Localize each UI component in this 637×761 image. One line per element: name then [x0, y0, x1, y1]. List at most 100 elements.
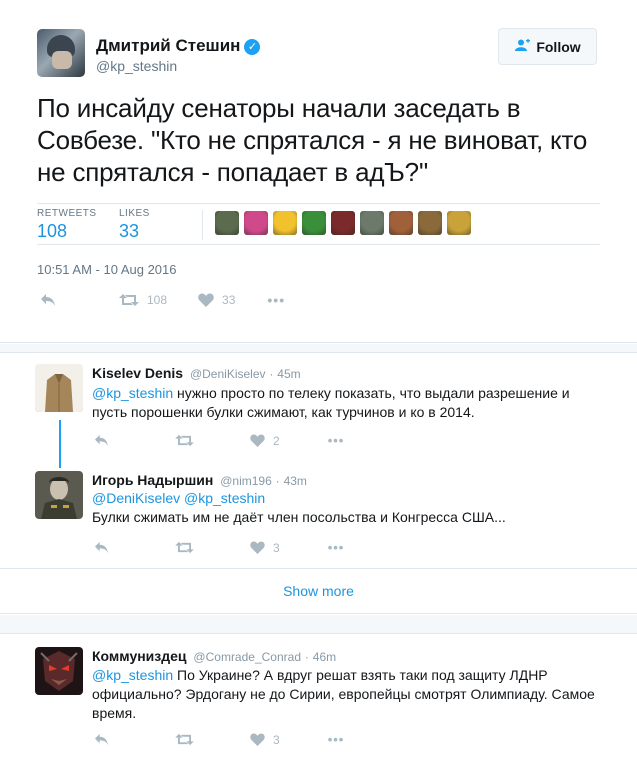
reply-tweet[interactable]: Игорь Надыршин @nim196 · 43m @DeniKisele…: [0, 466, 637, 568]
likes-label: LIKES: [119, 208, 150, 219]
retweets-count[interactable]: 108: [37, 221, 97, 242]
reply-time-separator: ·: [275, 474, 280, 488]
reply-author[interactable]: Коммуниздец @Comrade_Conrad · 46m: [92, 648, 336, 664]
like-button[interactable]: 3: [250, 733, 280, 747]
reply-button[interactable]: [40, 293, 56, 307]
author-name-text[interactable]: Дмитрий Стешин: [96, 36, 240, 55]
section-gap: [0, 615, 637, 633]
liker-avatar[interactable]: [389, 211, 413, 235]
reply-time[interactable]: 46m: [313, 650, 336, 664]
reply-icon: [95, 434, 108, 447]
like-button[interactable]: 3: [250, 541, 280, 555]
author-handle[interactable]: @kp_steshin: [96, 58, 177, 74]
stats-divider: [202, 210, 203, 240]
show-more-label[interactable]: Show more: [283, 583, 354, 599]
tweet-stats: RETWEETS 108 LIKES 33: [37, 203, 600, 245]
retweet-button[interactable]: [175, 733, 194, 746]
reply-handle[interactable]: @nim196: [220, 474, 272, 488]
reply-avatar[interactable]: [35, 647, 83, 695]
liker-avatar[interactable]: [215, 211, 239, 235]
reply-tweet[interactable]: Kiselev Denis @DeniKiselev · 45m @kp_ste…: [0, 353, 637, 467]
verified-badge-icon: ✓: [244, 39, 261, 55]
retweet-count: 108: [147, 293, 168, 307]
more-options-button[interactable]: •••: [328, 433, 345, 448]
reply-handle[interactable]: @Comrade_Conrad: [193, 650, 301, 664]
liker-avatar[interactable]: [273, 211, 297, 235]
heart-icon: [198, 293, 214, 307]
thread-connector: [59, 420, 61, 468]
reply-actions: 2 •••: [94, 433, 344, 448]
like-count: 3: [273, 732, 280, 747]
like-count: 3: [273, 540, 280, 555]
reply-actions: 3 •••: [94, 540, 344, 555]
heart-icon: [250, 541, 265, 554]
reply-time[interactable]: 45m: [277, 367, 300, 381]
more-options-button[interactable]: •••: [328, 540, 345, 555]
retweets-stat[interactable]: RETWEETS 108: [37, 208, 97, 242]
retweet-button[interactable]: [175, 541, 194, 554]
more-icon: •••: [327, 540, 345, 555]
reply-author-name[interactable]: Kiselev Denis: [92, 365, 183, 381]
retweet-button[interactable]: [175, 434, 194, 447]
show-more-link[interactable]: Show more: [0, 568, 637, 614]
tweet-text: По инсайду сенаторы начали заседать в Со…: [37, 93, 588, 187]
reply-author-name[interactable]: Игорь Надыршин: [92, 472, 213, 488]
retweet-icon: [175, 733, 194, 746]
like-count: 2: [273, 433, 280, 448]
reply-author[interactable]: Игорь Надыршин @nim196 · 43m: [92, 472, 307, 488]
reply-mention[interactable]: @kp_steshin: [92, 667, 173, 683]
reply-button[interactable]: [94, 541, 109, 554]
author-name[interactable]: Дмитрий Стешин ✓: [96, 36, 261, 56]
heart-icon: [250, 434, 265, 447]
main-tweet: Дмитрий Стешин ✓ @kp_steshin Follow По ин…: [0, 0, 637, 343]
reply-mention[interactable]: @kp_steshin: [92, 385, 173, 401]
liker-avatar[interactable]: [331, 211, 355, 235]
main-tweet-actions: 108 33 •••: [40, 292, 285, 308]
like-button[interactable]: 2: [250, 434, 280, 448]
follow-button[interactable]: Follow: [498, 28, 597, 65]
reply-handle[interactable]: @DeniKiselev: [190, 367, 266, 381]
reply-text: @DeniKiselev @kp_steshin Булки сжимать и…: [92, 489, 602, 527]
reply-button[interactable]: [94, 733, 109, 746]
liker-avatar[interactable]: [418, 211, 442, 235]
reply-body: Булки сжимать им не даёт член посольства…: [92, 509, 506, 525]
liker-avatar[interactable]: [447, 211, 471, 235]
retweet-icon: [175, 541, 194, 554]
like-button[interactable]: 33: [198, 293, 235, 307]
reply-text: @kp_steshin По Украине? А вдруг решат вз…: [92, 666, 602, 723]
follow-user-icon: [514, 38, 531, 54]
more-options-button[interactable]: •••: [328, 732, 345, 747]
reply-time[interactable]: 43m: [284, 474, 307, 488]
reply-icon: [95, 541, 108, 554]
author-avatar[interactable]: [37, 29, 85, 77]
reply-avatar[interactable]: [35, 364, 83, 412]
follow-label: Follow: [536, 38, 581, 55]
liker-avatar[interactable]: [360, 211, 384, 235]
retweet-icon: [119, 294, 139, 306]
more-icon: •••: [327, 433, 345, 448]
likes-count[interactable]: 33: [119, 221, 150, 242]
reply-time-separator: ·: [269, 367, 274, 381]
reply-avatar[interactable]: [35, 471, 83, 519]
reply-icon: [95, 733, 108, 746]
reply-time-separator: ·: [304, 650, 309, 664]
likers-avatars: [215, 211, 471, 235]
liker-avatar[interactable]: [302, 211, 326, 235]
more-icon: •••: [327, 732, 345, 747]
likes-stat[interactable]: LIKES 33: [119, 208, 150, 242]
liker-avatar[interactable]: [244, 211, 268, 235]
more-options-button[interactable]: •••: [267, 292, 285, 308]
retweet-button[interactable]: 108: [119, 293, 167, 307]
retweet-icon: [175, 434, 194, 447]
more-icon: •••: [267, 292, 286, 308]
retweets-label: RETWEETS: [37, 208, 97, 219]
reply-button[interactable]: [94, 434, 109, 447]
reply-mention[interactable]: @DeniKiselev @kp_steshin: [92, 490, 265, 506]
reply-tweet[interactable]: Коммуниздец @Comrade_Conrad · 46m @kp_st…: [0, 634, 637, 761]
reply-icon: [41, 294, 55, 306]
reply-author-name[interactable]: Коммуниздец: [92, 648, 187, 664]
heart-icon: [250, 733, 265, 746]
reply-actions: 3 •••: [94, 732, 344, 747]
reply-author[interactable]: Kiselev Denis @DeniKiselev · 45m: [92, 365, 301, 381]
tweet-timestamp[interactable]: 10:51 AM - 10 Aug 2016: [37, 262, 177, 277]
